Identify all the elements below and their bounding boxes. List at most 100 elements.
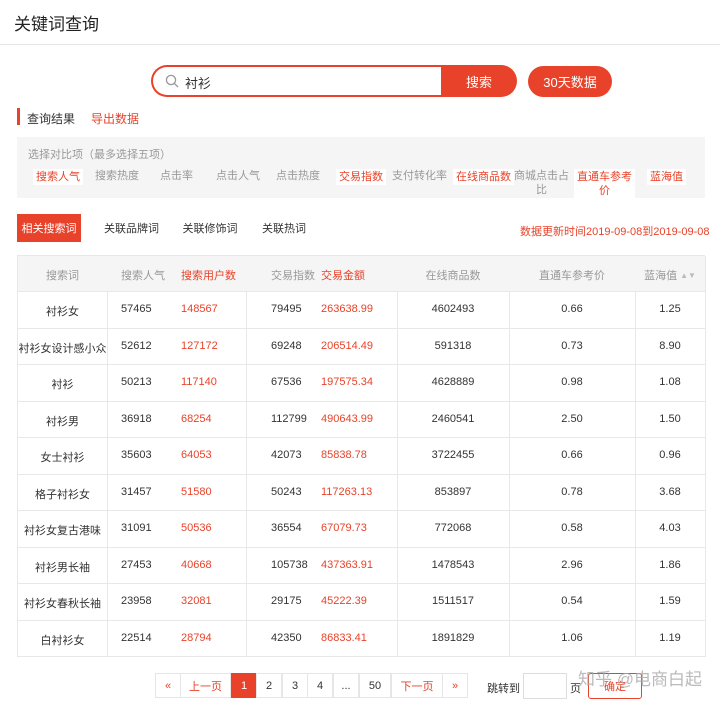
table-cell: 437363.91 xyxy=(321,558,373,571)
table-cell: 0.66 xyxy=(561,449,583,462)
table-cell: 68254 xyxy=(181,412,212,425)
compare-option[interactable]: 交易指数 xyxy=(336,169,386,185)
page-number-button[interactable]: 4 xyxy=(307,673,333,698)
table-column-divider xyxy=(705,256,706,657)
table-cell: 29175 xyxy=(271,595,302,608)
table-cell: 0.54 xyxy=(561,595,583,608)
tab-4[interactable]: 关联热词 xyxy=(252,214,316,242)
table-cell: 0.73 xyxy=(561,339,583,352)
column-header[interactable]: 交易指数 xyxy=(271,267,315,283)
column-header[interactable]: 交易金额 xyxy=(321,267,393,283)
table-cell: 1.50 xyxy=(659,412,681,425)
table-cell: 42073 xyxy=(271,449,302,462)
compare-option-label: 点击人气 xyxy=(216,170,260,182)
table-cell: 772068 xyxy=(434,522,472,535)
keyword-cell: 衬衫女 xyxy=(46,306,79,319)
table-cell: 45222.39 xyxy=(321,595,367,608)
search-value: 衬衫 xyxy=(185,76,212,91)
compare-option-label: 点击热度 xyxy=(276,170,320,182)
table-cell: 2460541 xyxy=(431,412,475,425)
compare-option[interactable]: 点击人气 xyxy=(216,169,260,183)
table-cell: 1.59 xyxy=(659,595,681,608)
page-number-button[interactable]: 1 xyxy=(231,673,257,698)
column-header-label: 搜索用户数 xyxy=(181,270,236,282)
last-page-button[interactable]: » xyxy=(442,673,468,698)
table-cell: 52612 xyxy=(121,339,152,352)
jump-page-input[interactable] xyxy=(523,673,567,699)
compare-option[interactable]: 直通车参考价 xyxy=(574,169,635,199)
compare-option[interactable]: 搜索热度 xyxy=(95,169,139,183)
table-cell: 1.06 xyxy=(561,631,583,644)
table-cell: 853897 xyxy=(434,485,472,498)
search-icon xyxy=(165,74,179,88)
column-header[interactable]: 在线商品数 xyxy=(397,267,509,283)
page-number-button[interactable]: 2 xyxy=(256,673,282,698)
compare-option[interactable]: 支付转化率 xyxy=(392,169,447,183)
compare-option[interactable]: 搜索人气 xyxy=(33,169,83,185)
column-header[interactable]: 蓝海值 ▲▼ xyxy=(635,267,705,283)
compare-option[interactable]: 点击热度 xyxy=(276,169,320,183)
prev-page-button[interactable]: 上一页 xyxy=(180,673,231,698)
next-page-button[interactable]: 下一页 xyxy=(391,673,443,698)
table-cell: 3722455 xyxy=(431,449,475,462)
page-title: 关键词查询 xyxy=(14,15,99,34)
search-input[interactable]: 衬衫 xyxy=(151,65,441,97)
compare-option-label: 直通车参考 xyxy=(577,171,632,183)
tab-3[interactable]: 关联修饰词 xyxy=(174,214,246,242)
column-header[interactable]: 直通车参考价 xyxy=(509,267,635,283)
table-cell: 1.86 xyxy=(659,558,681,571)
column-header-label: 搜索人气 xyxy=(121,270,165,282)
compare-hint: 选择对比项（最多选择五项） xyxy=(28,149,171,161)
sort-icon[interactable]: ▲▼ xyxy=(680,271,696,280)
keyword-cell: 衬衫 xyxy=(51,379,74,392)
table-cell: 50213 xyxy=(121,376,152,389)
table-cell: 117140 xyxy=(181,376,217,389)
table-cell: 27453 xyxy=(121,558,152,571)
tab-2[interactable]: 关联品牌词 xyxy=(95,214,168,242)
compare-option-label: 交易指数 xyxy=(339,171,383,183)
keyword-cell: 衬衫女春秋长袖 xyxy=(24,598,101,611)
compare-option-label: 支付转化率 xyxy=(392,170,447,182)
table-cell: 23958 xyxy=(121,595,152,608)
table-cell: 67079.73 xyxy=(321,522,367,535)
column-header-label: 在线商品数 xyxy=(425,270,481,282)
compare-option-label: 蓝海值 xyxy=(650,171,683,183)
table-cell: 2.50 xyxy=(561,412,583,425)
table-cell: 50243 xyxy=(271,485,302,498)
table-cell: 1478543 xyxy=(431,558,475,571)
search-button[interactable]: 搜索 xyxy=(441,65,517,97)
table-cell: 69248 xyxy=(271,339,302,352)
compare-option[interactable]: 点击率 xyxy=(160,169,193,183)
compare-option[interactable]: 商城点击占比 xyxy=(514,169,569,197)
column-header[interactable]: 搜索用户数 xyxy=(181,267,241,283)
result-section-marker xyxy=(17,108,20,125)
first-page-button[interactable]: « xyxy=(155,673,181,698)
table-cell: 1.19 xyxy=(659,631,681,644)
column-header[interactable]: 搜索人气 xyxy=(121,267,165,283)
table-cell: 8.90 xyxy=(659,339,681,352)
table-cell: 206514.49 xyxy=(321,339,373,352)
column-header[interactable]: 搜索词 xyxy=(18,267,107,283)
compare-option-label: 商城点击占 xyxy=(514,170,569,182)
table-cell: 490643.99 xyxy=(321,412,373,425)
watermark: 知乎 @电商白起 xyxy=(578,670,702,689)
compare-option-label: 价 xyxy=(599,185,610,197)
export-data-link[interactable]: 导出数据 xyxy=(91,110,139,127)
result-label: 查询结果 xyxy=(27,112,76,126)
compare-option[interactable]: 在线商品数 xyxy=(453,169,514,185)
compare-option[interactable]: 蓝海值 xyxy=(647,169,686,185)
table-cell: 117263.13 xyxy=(321,485,373,498)
compare-option-label: 比 xyxy=(536,184,547,196)
page-number-button[interactable]: 50 xyxy=(359,673,391,698)
table-cell: 51580 xyxy=(181,485,212,498)
page-number-button[interactable]: ... xyxy=(333,673,359,698)
thirty-day-data-button[interactable]: 30天数据 xyxy=(528,66,612,97)
table-cell: 0.96 xyxy=(659,449,681,462)
update-time: 数据更新时间2019-09-08到2019-09-08 xyxy=(520,226,710,238)
table-cell: 112799 xyxy=(271,412,307,425)
page-number-button[interactable]: 3 xyxy=(282,673,308,698)
table-cell: 197575.34 xyxy=(321,376,373,389)
tab-1[interactable]: 相关搜索词 xyxy=(17,214,81,242)
compare-option-label: 在线商品数 xyxy=(456,171,511,183)
table-cell: 1.25 xyxy=(659,303,681,316)
